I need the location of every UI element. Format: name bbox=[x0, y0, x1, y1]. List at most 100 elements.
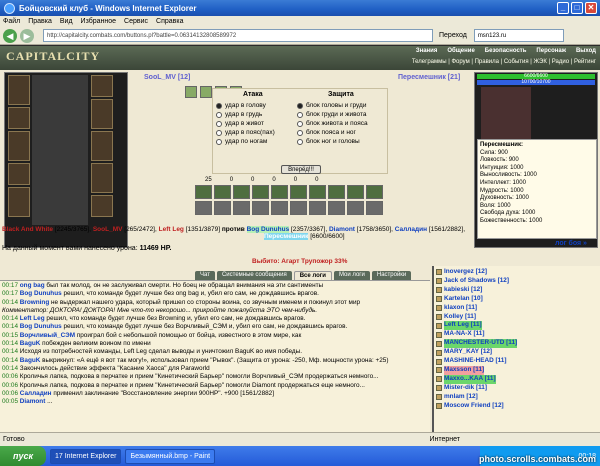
effect-icon[interactable] bbox=[200, 86, 212, 98]
close-button[interactable]: ✕ bbox=[585, 2, 597, 14]
menu-edit[interactable]: Правка bbox=[28, 18, 52, 25]
nav-exit[interactable]: Выход bbox=[576, 48, 596, 54]
fighter-right[interactable]: Bog Dunuhus bbox=[246, 226, 290, 233]
radio[interactable] bbox=[216, 138, 222, 145]
effect-icon[interactable] bbox=[185, 86, 197, 98]
user-entry[interactable]: Maxsson [11] bbox=[436, 365, 598, 375]
chat-user[interactable]: Ворчливый_СЭМ bbox=[20, 332, 75, 339]
attack-option[interactable]: удар в живот bbox=[216, 119, 275, 128]
spell-icon[interactable] bbox=[214, 201, 231, 215]
battle-log-link[interactable]: лог боя » bbox=[555, 240, 587, 247]
spell-icon[interactable] bbox=[347, 185, 364, 199]
user-entry[interactable]: mnlam [12] bbox=[436, 393, 598, 402]
tab-system[interactable]: Системные сообщения bbox=[216, 271, 292, 280]
menu-favorites[interactable]: Избранное bbox=[81, 18, 116, 25]
spell-icon[interactable] bbox=[366, 201, 383, 215]
attack-option[interactable]: удар в пояс(пах) bbox=[216, 128, 275, 137]
tab-my-logs[interactable]: Мои логи bbox=[333, 271, 370, 280]
nav-chat[interactable]: Общение bbox=[447, 48, 474, 54]
menu-view[interactable]: Вид bbox=[60, 18, 73, 25]
attack-option[interactable]: удар в голову bbox=[216, 101, 275, 110]
spell-icon[interactable] bbox=[347, 201, 364, 215]
maximize-button[interactable]: □ bbox=[571, 2, 583, 14]
user-entry[interactable]: Mister-dik [11] bbox=[436, 384, 598, 393]
spell-icon[interactable] bbox=[233, 185, 250, 199]
sub-nav[interactable]: Телеграммы | Форум | Правила | События |… bbox=[412, 59, 596, 65]
nav-character[interactable]: Персонаж bbox=[536, 48, 566, 54]
tab-settings[interactable]: Настройки bbox=[371, 271, 412, 280]
fighter-left[interactable]: Black And White bbox=[2, 226, 53, 233]
chat-user[interactable]: BaguK bbox=[20, 340, 41, 347]
url-input[interactable]: http://capitalcity.combats.com/buttons.p… bbox=[43, 29, 433, 42]
chat-user[interactable]: ong bag bbox=[20, 282, 45, 289]
spell-icon[interactable] bbox=[271, 185, 288, 199]
radio[interactable] bbox=[297, 102, 303, 109]
forward-icon[interactable]: ▶ bbox=[20, 28, 34, 43]
radio[interactable] bbox=[216, 120, 222, 127]
chat-user[interactable]: BaguK bbox=[20, 357, 41, 364]
attack-option[interactable]: удар по ногам bbox=[216, 137, 275, 146]
defense-option[interactable]: блок ног и головы bbox=[297, 137, 368, 146]
radio[interactable] bbox=[297, 129, 303, 136]
radio[interactable] bbox=[297, 120, 303, 127]
spell-icon[interactable] bbox=[328, 201, 345, 215]
user-entry[interactable]: Jack of Shadows [12] bbox=[436, 277, 598, 286]
user-entry[interactable]: MANCHESTER-UTD [11] bbox=[436, 339, 598, 349]
tab-chat[interactable]: Чат bbox=[195, 271, 215, 280]
spell-icon[interactable] bbox=[252, 185, 269, 199]
defense-option[interactable]: блок груди и живота bbox=[297, 110, 368, 119]
fighter-right[interactable]: Пересмешник bbox=[264, 233, 309, 240]
nav-knowledge[interactable]: Знания bbox=[416, 48, 438, 54]
chat-user[interactable]: Bog Dunuhus bbox=[20, 323, 62, 330]
tab-all-logs[interactable]: Все логи bbox=[293, 271, 332, 280]
radio[interactable] bbox=[216, 102, 222, 109]
menu-help[interactable]: Справка bbox=[156, 18, 183, 25]
spell-icon[interactable] bbox=[214, 185, 231, 199]
user-entry[interactable]: Kolley [11] bbox=[436, 313, 598, 322]
radio[interactable] bbox=[297, 111, 303, 118]
chat-user[interactable]: Diamont bbox=[20, 398, 46, 405]
chat-user[interactable]: Салладин bbox=[20, 390, 52, 397]
spell-icon[interactable] bbox=[366, 185, 383, 199]
spell-icon[interactable] bbox=[309, 185, 326, 199]
user-entry[interactable]: MA-NA-X [11] bbox=[436, 330, 598, 339]
user-entry[interactable]: Kartelan [10] bbox=[436, 295, 598, 304]
defense-option[interactable]: блок живота и пояса bbox=[297, 119, 368, 128]
user-entry[interactable]: MARY_KAY [12] bbox=[436, 348, 598, 357]
player-name[interactable]: SooL_MV [12] bbox=[144, 74, 190, 81]
user-entry[interactable]: kabieski [12] bbox=[436, 286, 598, 295]
spell-icon[interactable] bbox=[195, 185, 212, 199]
user-entry[interactable]: Moscow Friend [12] bbox=[436, 402, 598, 411]
spell-icon[interactable] bbox=[290, 185, 307, 199]
back-icon[interactable]: ◀ bbox=[3, 28, 17, 43]
spell-icon[interactable] bbox=[233, 201, 250, 215]
spell-icon[interactable] bbox=[290, 201, 307, 215]
user-entry[interactable]: klaxon [11] bbox=[436, 304, 598, 313]
chat-user[interactable]: Bog Dunuhus bbox=[20, 290, 62, 297]
radio[interactable] bbox=[216, 129, 222, 136]
user-entry[interactable]: Maxxo...KAA [11] bbox=[436, 374, 598, 384]
radio[interactable] bbox=[216, 111, 222, 118]
start-button[interactable]: пуск bbox=[0, 446, 46, 466]
user-entry[interactable]: Left Leg [11] bbox=[436, 321, 598, 331]
spell-icon[interactable] bbox=[271, 201, 288, 215]
task-ie[interactable]: 17 Internet Explorer bbox=[50, 448, 122, 464]
chat-user[interactable]: Left Leg bbox=[20, 315, 45, 322]
defense-option[interactable]: блок головы и груди bbox=[297, 101, 368, 110]
spell-icon[interactable] bbox=[328, 185, 345, 199]
forward-button[interactable]: Вперёд!!! bbox=[281, 165, 321, 174]
minimize-button[interactable]: _ bbox=[557, 2, 569, 14]
radio[interactable] bbox=[297, 138, 303, 145]
fighter-left[interactable]: Left Leg bbox=[159, 226, 184, 233]
user-entry[interactable]: MASHINE-HEAD [11] bbox=[436, 357, 598, 366]
menu-tools[interactable]: Сервис bbox=[124, 18, 148, 25]
menu-file[interactable]: Файл bbox=[3, 18, 20, 25]
user-entry[interactable]: Inovergez [12] bbox=[436, 268, 598, 277]
spell-icon[interactable] bbox=[309, 201, 326, 215]
defense-option[interactable]: блок пояса и ног bbox=[297, 128, 368, 137]
spell-icon[interactable] bbox=[252, 201, 269, 215]
task-paint[interactable]: Безымянный.bmp - Paint bbox=[125, 448, 216, 464]
fighter-left[interactable]: SooL_MV bbox=[93, 226, 123, 233]
go-button[interactable]: Переход bbox=[439, 32, 467, 39]
fighter-right[interactable]: Diamont bbox=[329, 226, 355, 233]
